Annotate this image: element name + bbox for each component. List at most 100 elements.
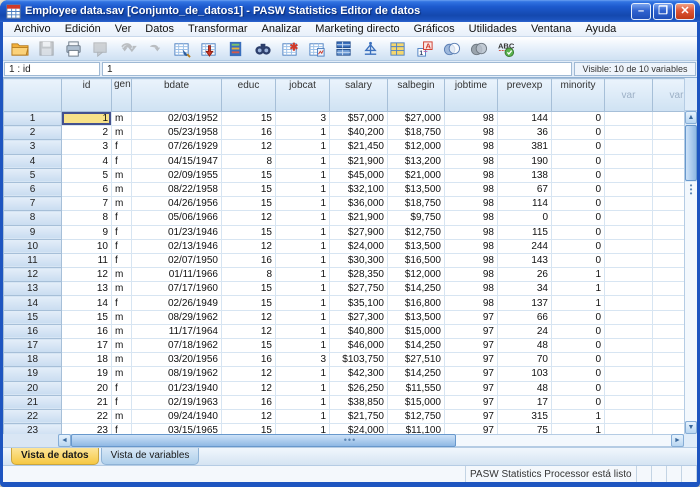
splitter-dots[interactable]: ••• — [344, 438, 356, 443]
row-header-14[interactable]: 14 — [4, 296, 62, 310]
cell-gender-row21[interactable]: f — [112, 395, 132, 409]
cell-educ-row10[interactable]: 12 — [222, 239, 276, 253]
cell-prevexp-row21[interactable]: 17 — [498, 395, 552, 409]
menu-transformar[interactable]: Transformar — [181, 22, 255, 36]
cell-jobcat-row18[interactable]: 3 — [276, 353, 330, 367]
cell-jobtime-row3[interactable]: 98 — [445, 140, 498, 154]
cell-salbegin-row9[interactable]: $12,750 — [388, 225, 445, 239]
show-all-variables-icon[interactable] — [466, 38, 492, 60]
cell-salbegin-row5[interactable]: $21,000 — [388, 168, 445, 182]
column-header-var-1[interactable]: var — [605, 79, 653, 112]
cell-bdate-row7[interactable]: 04/26/1956 — [132, 197, 222, 211]
menu-analizar[interactable]: Analizar — [255, 22, 309, 36]
row-header-1[interactable]: 1 — [4, 112, 62, 126]
cell-prevexp-row17[interactable]: 48 — [498, 339, 552, 353]
cell-jobtime-row23[interactable]: 97 — [445, 424, 498, 434]
cell-jobtime-row6[interactable]: 98 — [445, 182, 498, 196]
cell-var1-row1[interactable] — [605, 112, 653, 126]
cell-educ-row13[interactable]: 15 — [222, 282, 276, 296]
cell-prevexp-row5[interactable]: 138 — [498, 168, 552, 182]
goto-variable-icon[interactable] — [196, 38, 222, 60]
cell-var2-row11[interactable] — [653, 253, 685, 267]
row-header-17[interactable]: 17 — [4, 339, 62, 353]
cell-id-row21[interactable]: 21 — [62, 395, 112, 409]
cell-id-row3[interactable]: 3 — [62, 140, 112, 154]
cell-prevexp-row18[interactable]: 70 — [498, 353, 552, 367]
vertical-scroll-track[interactable] — [685, 198, 697, 421]
cell-prevexp-row15[interactable]: 66 — [498, 310, 552, 324]
cell-bdate-row15[interactable]: 08/29/1962 — [132, 310, 222, 324]
cell-var1-row21[interactable] — [605, 395, 653, 409]
cell-salbegin-row3[interactable]: $12,000 — [388, 140, 445, 154]
cell-salbegin-row8[interactable]: $9,750 — [388, 211, 445, 225]
cell-gender-row6[interactable]: m — [112, 182, 132, 196]
cell-prevexp-row4[interactable]: 190 — [498, 154, 552, 168]
cell-bdate-row5[interactable]: 02/09/1955 — [132, 168, 222, 182]
cell-jobcat-row17[interactable]: 1 — [276, 339, 330, 353]
cell-var2-row14[interactable] — [653, 296, 685, 310]
horizontal-scroll-track[interactable] — [456, 434, 671, 447]
cell-bdate-row23[interactable]: 03/15/1965 — [132, 424, 222, 434]
cell-var1-row9[interactable] — [605, 225, 653, 239]
cell-bdate-row13[interactable]: 07/17/1960 — [132, 282, 222, 296]
cell-prevexp-row22[interactable]: 315 — [498, 409, 552, 423]
cell-var1-row2[interactable] — [605, 126, 653, 140]
cell-gender-row2[interactable]: m — [112, 126, 132, 140]
cell-prevexp-row3[interactable]: 381 — [498, 140, 552, 154]
row-header-5[interactable]: 5 — [4, 168, 62, 182]
cell-jobcat-row10[interactable]: 1 — [276, 239, 330, 253]
cell-var1-row14[interactable] — [605, 296, 653, 310]
cell-id-row9[interactable]: 9 — [62, 225, 112, 239]
row-header-4[interactable]: 4 — [4, 154, 62, 168]
find-icon[interactable] — [250, 38, 276, 60]
cell-gender-row11[interactable]: f — [112, 253, 132, 267]
cell-var1-row12[interactable] — [605, 268, 653, 282]
cell-minority-row7[interactable]: 0 — [552, 197, 605, 211]
column-header-salbegin[interactable]: salbegin — [388, 79, 445, 112]
cell-var1-row20[interactable] — [605, 381, 653, 395]
maximize-button[interactable]: ❐ — [653, 3, 673, 20]
cell-jobtime-row8[interactable]: 98 — [445, 211, 498, 225]
cell-salary-row8[interactable]: $21,900 — [330, 211, 388, 225]
cell-jobtime-row18[interactable]: 97 — [445, 353, 498, 367]
cell-id-row22[interactable]: 22 — [62, 409, 112, 423]
menu-archivo[interactable]: Archivo — [7, 22, 58, 36]
row-header-2[interactable]: 2 — [4, 126, 62, 140]
menu-graficos[interactable]: Gráficos — [407, 22, 462, 36]
cell-var2-row13[interactable] — [653, 282, 685, 296]
cell-jobtime-row15[interactable]: 97 — [445, 310, 498, 324]
cell-prevexp-row16[interactable]: 24 — [498, 324, 552, 338]
cell-gender-row4[interactable]: f — [112, 154, 132, 168]
cell-jobtime-row22[interactable]: 97 — [445, 409, 498, 423]
cell-prevexp-row14[interactable]: 137 — [498, 296, 552, 310]
cell-jobtime-row21[interactable]: 97 — [445, 395, 498, 409]
column-header-prevexp[interactable]: prevexp — [498, 79, 552, 112]
cell-minority-row15[interactable]: 0 — [552, 310, 605, 324]
cell-jobtime-row20[interactable]: 97 — [445, 381, 498, 395]
cell-salary-row11[interactable]: $30,300 — [330, 253, 388, 267]
cell-var1-row8[interactable] — [605, 211, 653, 225]
column-header-salary[interactable]: salary — [330, 79, 388, 112]
cell-minority-row10[interactable]: 0 — [552, 239, 605, 253]
row-header-20[interactable]: 20 — [4, 381, 62, 395]
cell-salbegin-row23[interactable]: $11,100 — [388, 424, 445, 434]
cell-jobcat-row12[interactable]: 1 — [276, 268, 330, 282]
column-header-id[interactable]: id — [62, 79, 112, 112]
column-header-var-2[interactable]: var — [653, 79, 685, 112]
cell-educ-row18[interactable]: 16 — [222, 353, 276, 367]
cell-bdate-row11[interactable]: 02/07/1950 — [132, 253, 222, 267]
cell-salbegin-row2[interactable]: $18,750 — [388, 126, 445, 140]
cell-minority-row2[interactable]: 0 — [552, 126, 605, 140]
cell-jobcat-row6[interactable]: 1 — [276, 182, 330, 196]
cell-prevexp-row20[interactable]: 48 — [498, 381, 552, 395]
grid-corner-cell[interactable] — [4, 79, 62, 112]
insert-cases-icon[interactable]: ✱ — [277, 38, 303, 60]
cell-jobtime-row13[interactable]: 98 — [445, 282, 498, 296]
cell-salbegin-row14[interactable]: $16,800 — [388, 296, 445, 310]
cell-jobcat-row14[interactable]: 1 — [276, 296, 330, 310]
cell-id-row12[interactable]: 12 — [62, 268, 112, 282]
cell-id-row10[interactable]: 10 — [62, 239, 112, 253]
cell-var2-row3[interactable] — [653, 140, 685, 154]
cell-bdate-row22[interactable]: 09/24/1940 — [132, 409, 222, 423]
cell-salary-row21[interactable]: $38,850 — [330, 395, 388, 409]
